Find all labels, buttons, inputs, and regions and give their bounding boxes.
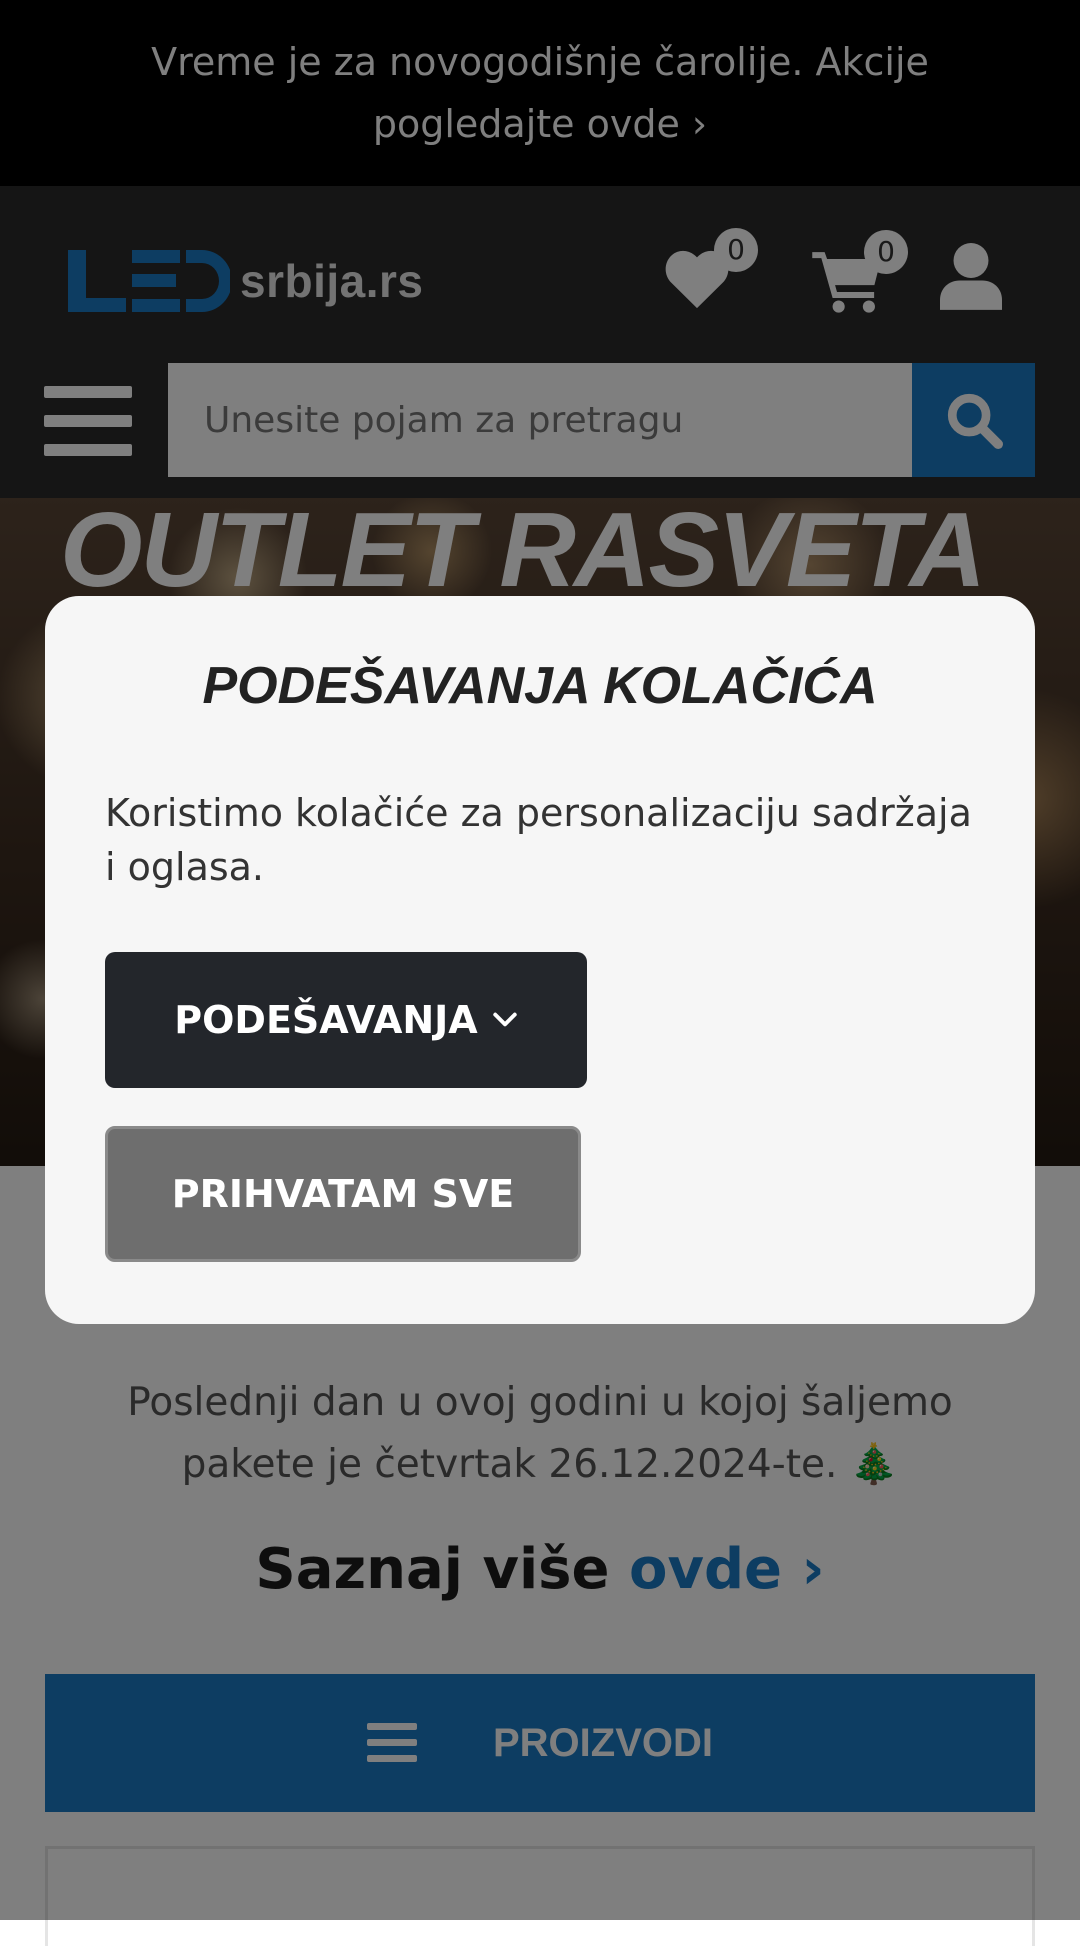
accept-all-label: PRIHVATAM SVE — [171, 1172, 515, 1216]
chevron-down-icon — [493, 1012, 517, 1027]
accept-all-cookies-button[interactable]: PRIHVATAM SVE — [105, 1126, 581, 1262]
cookie-modal-title: PODEŠAVANJA KOLAČIĆA — [202, 657, 878, 715]
cookie-consent-modal: PODEŠAVANJA KOLAČIĆA Koristimo kolačiće … — [45, 596, 1035, 1324]
cookie-settings-button[interactable]: PODEŠAVANJA — [105, 952, 587, 1088]
cookie-settings-label: PODEŠAVANJA — [174, 998, 478, 1042]
cookie-modal-text: Koristimo kolačiće za personalizaciju sa… — [105, 791, 972, 889]
